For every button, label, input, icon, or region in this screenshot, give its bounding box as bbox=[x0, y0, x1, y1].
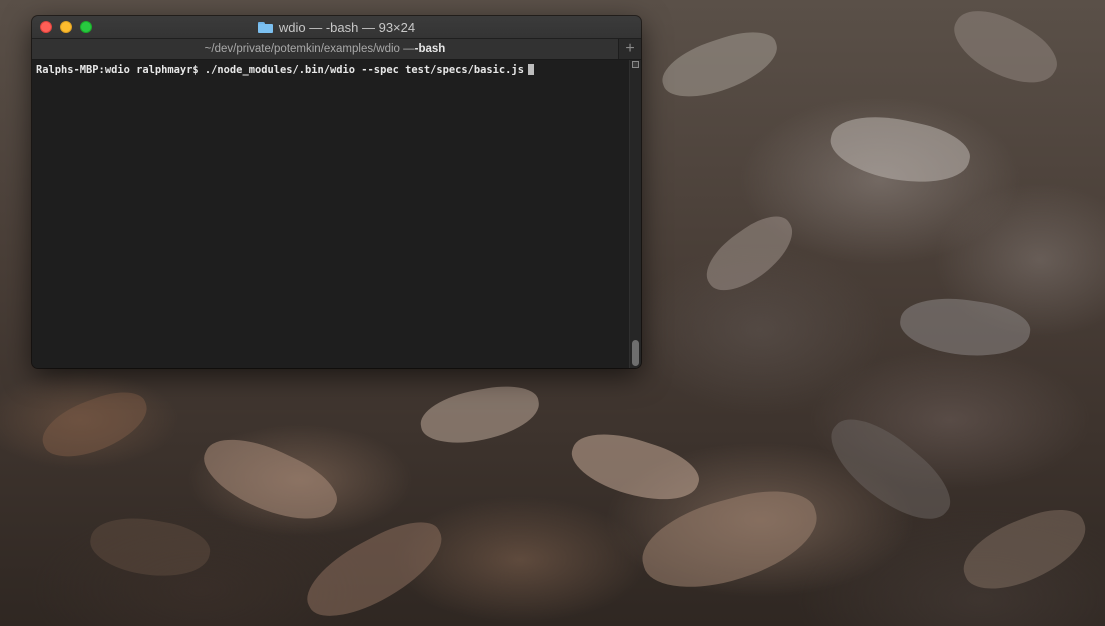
scroll-thumb[interactable] bbox=[632, 340, 639, 366]
wallpaper-leaf bbox=[86, 509, 214, 586]
window-title: wdio — -bash — 93×24 bbox=[278, 19, 416, 35]
minimize-window-button[interactable] bbox=[60, 21, 72, 33]
window-controls bbox=[40, 21, 92, 33]
wallpaper-leaf bbox=[953, 497, 1097, 603]
wallpaper-leaf bbox=[825, 106, 975, 194]
vertical-scrollbar[interactable] bbox=[629, 60, 641, 368]
wallpaper-leaf bbox=[193, 423, 347, 537]
scroll-marker-icon[interactable] bbox=[632, 61, 639, 68]
wallpaper-leaf bbox=[416, 379, 544, 451]
new-tab-button[interactable]: + bbox=[619, 39, 641, 59]
terminal-window: wdio — -bash — 93×24 ~/dev/private/potem… bbox=[32, 16, 641, 368]
terminal-content[interactable]: Ralphs-MBP:wdio ralphmayr$ ./node_module… bbox=[32, 60, 641, 368]
folder-icon bbox=[257, 21, 273, 33]
command-line: Ralphs-MBP:wdio ralphmayr$ ./node_module… bbox=[36, 63, 641, 77]
tab-path: ~/dev/private/potemkin/examples/wdio — bbox=[204, 43, 415, 55]
wallpaper-leaf bbox=[655, 22, 785, 108]
tab-bash[interactable]: ~/dev/private/potemkin/examples/wdio — -… bbox=[32, 39, 619, 59]
shell-prompt: Ralphs-MBP:wdio ralphmayr$ bbox=[36, 64, 205, 76]
wallpaper-leaf bbox=[817, 402, 963, 538]
command-text: ./node_modules/.bin/wdio --spec test/spe… bbox=[204, 64, 524, 76]
tab-process: -bash bbox=[414, 43, 446, 55]
wallpaper-leaf bbox=[896, 291, 1034, 364]
wallpaper-leaf bbox=[294, 508, 456, 626]
wallpaper-leaf bbox=[564, 421, 706, 514]
text-cursor bbox=[527, 64, 534, 75]
zoom-window-button[interactable] bbox=[80, 21, 92, 33]
wallpaper-leaf bbox=[943, 0, 1067, 99]
title-bar[interactable]: wdio — -bash — 93×24 bbox=[32, 16, 641, 39]
window-title-group: wdio — -bash — 93×24 bbox=[257, 19, 416, 35]
close-window-button[interactable] bbox=[40, 21, 52, 33]
tab-bar: ~/dev/private/potemkin/examples/wdio — -… bbox=[32, 39, 641, 60]
wallpaper-leaf bbox=[695, 205, 805, 303]
wallpaper-leaf bbox=[34, 382, 156, 468]
